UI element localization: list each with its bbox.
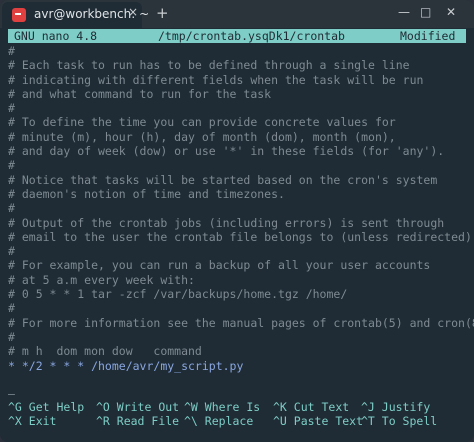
editor-line[interactable]: # indicating with different fields when … xyxy=(8,73,474,87)
editor-line[interactable]: # xyxy=(8,201,474,215)
shortcut-justify[interactable]: ^J Justify xyxy=(361,400,430,414)
editor-line[interactable]: # minute (m), hour (h), day of month (do… xyxy=(8,130,474,144)
file-path: /tmp/crontab.ysqDk1/crontab xyxy=(158,29,345,43)
terminal-content[interactable]: GNU nano 4.8 /tmp/crontab.ysqDk1/crontab… xyxy=(0,28,474,442)
shortcut-key: ^T xyxy=(361,414,375,429)
editor-line[interactable]: # To define the time you can provide con… xyxy=(8,115,474,129)
modified-status: Modified xyxy=(400,29,456,43)
shortcut-label: Paste Text xyxy=(286,414,364,429)
minimize-icon[interactable]: — xyxy=(398,5,410,19)
editor-line[interactable]: # For more information see the manual pa… xyxy=(8,316,474,330)
editor-line[interactable]: # xyxy=(8,330,474,344)
editor-line[interactable]: # For example, you can run a backup of a… xyxy=(8,258,474,272)
editor-line[interactable]: # email to the user the crontab file bel… xyxy=(8,230,474,244)
tab-close-icon[interactable]: × xyxy=(128,5,138,19)
editor-line[interactable]: # daemon's notion of time and timezones. xyxy=(8,187,474,201)
editor-line[interactable]: # Notice that tasks will be started base… xyxy=(8,173,474,187)
new-tab-button[interactable]: + xyxy=(156,4,169,22)
maximize-icon[interactable]: □ xyxy=(420,5,431,19)
shortcut-row: ^G Get Help ^O Write Out ^W Where Is ^K Cut… xyxy=(8,400,468,414)
shortcut-label: Get Help xyxy=(21,400,85,414)
shortcut-label: Write Out xyxy=(109,400,180,414)
shortcut-paste-text[interactable]: ^U Paste Text xyxy=(273,414,363,428)
shortcut-key: ^U xyxy=(273,414,287,429)
editor-line[interactable]: # at 5 a.m every week with: xyxy=(8,273,474,287)
terminal-window: avr@workbench: ~ × + — □ ✕ GNU nano 4.8 … xyxy=(0,0,474,442)
terminal-icon xyxy=(12,8,26,22)
shortcut-label: Cut Text xyxy=(286,400,350,414)
shortcut-label: Justify xyxy=(374,400,431,414)
nano-header: GNU nano 4.8 /tmp/crontab.ysqDk1/crontab… xyxy=(8,29,466,43)
cron-entry-line[interactable]: * */2 * * * /home/avr/my_script.py xyxy=(8,359,474,373)
shortcut-key: ^K xyxy=(273,400,287,414)
nano-version: GNU nano 4.8 xyxy=(14,29,98,43)
shortcut-label: Read File xyxy=(109,414,180,429)
terminal-tab[interactable]: avr@workbench: ~ × xyxy=(2,2,149,28)
editor-line[interactable]: # xyxy=(8,44,474,58)
shortcut-key: ^J xyxy=(361,400,375,414)
shortcut-row: ^X Exit ^R Read File ^\ Replace ^U Paste Te… xyxy=(8,414,468,428)
editor-line[interactable]: # xyxy=(8,301,474,315)
shortcut-cut-text[interactable]: ^K Cut Text xyxy=(273,400,349,414)
shortcut-bar: ^G Get Help ^O Write Out ^W Where Is ^K Cut… xyxy=(8,400,468,429)
editor-line[interactable]: # Each task to run has to be defined thr… xyxy=(8,58,474,72)
editor-line[interactable]: # 0 5 * * 1 tar -zcf /var/backups/home.t… xyxy=(8,287,474,301)
shortcut-where-is[interactable]: ^W Where Is xyxy=(184,400,260,414)
editor-line[interactable]: # xyxy=(8,244,474,258)
editor-line[interactable]: # and day of week (dow) or use '*' in th… xyxy=(8,144,474,158)
shortcut-replace[interactable]: ^\ Replace xyxy=(184,414,253,428)
editor-line[interactable]: # xyxy=(8,158,474,172)
shortcut-write-out[interactable]: ^O Write Out xyxy=(96,400,179,414)
shortcut-exit[interactable]: ^X Exit xyxy=(8,414,56,428)
shortcut-get-help[interactable]: ^G Get Help xyxy=(8,400,84,414)
close-icon[interactable]: ✕ xyxy=(446,5,456,19)
title-bar: avr@workbench: ~ × + — □ ✕ xyxy=(0,0,474,28)
editor-line[interactable]: # and what command to run for the task xyxy=(8,87,474,101)
editor-line[interactable]: # Output of the crontab jobs (including … xyxy=(8,216,474,230)
editor-line[interactable] xyxy=(8,373,474,387)
shortcut-key: ^O xyxy=(96,400,110,414)
shortcut-label: To Spell xyxy=(374,414,438,429)
editor-line[interactable]: # m h dom mon dow command xyxy=(8,344,474,358)
shortcut-label: Exit xyxy=(21,414,57,429)
shortcut-key: ^\ xyxy=(184,414,198,429)
shortcut-to-spell[interactable]: ^T To Spell xyxy=(361,414,437,428)
editor-line[interactable]: # xyxy=(8,101,474,115)
shortcut-key: ^W xyxy=(184,400,198,414)
shortcut-label: Replace xyxy=(197,414,254,429)
editor-text[interactable]: # # Each task to run has to be defined th… xyxy=(8,44,474,401)
shortcut-read-file[interactable]: ^R Read File xyxy=(96,414,179,428)
shortcut-key: ^G xyxy=(8,400,22,414)
shortcut-label: Where Is xyxy=(197,400,261,414)
shortcut-key: ^X xyxy=(8,414,22,429)
shortcut-key: ^R xyxy=(96,414,110,429)
